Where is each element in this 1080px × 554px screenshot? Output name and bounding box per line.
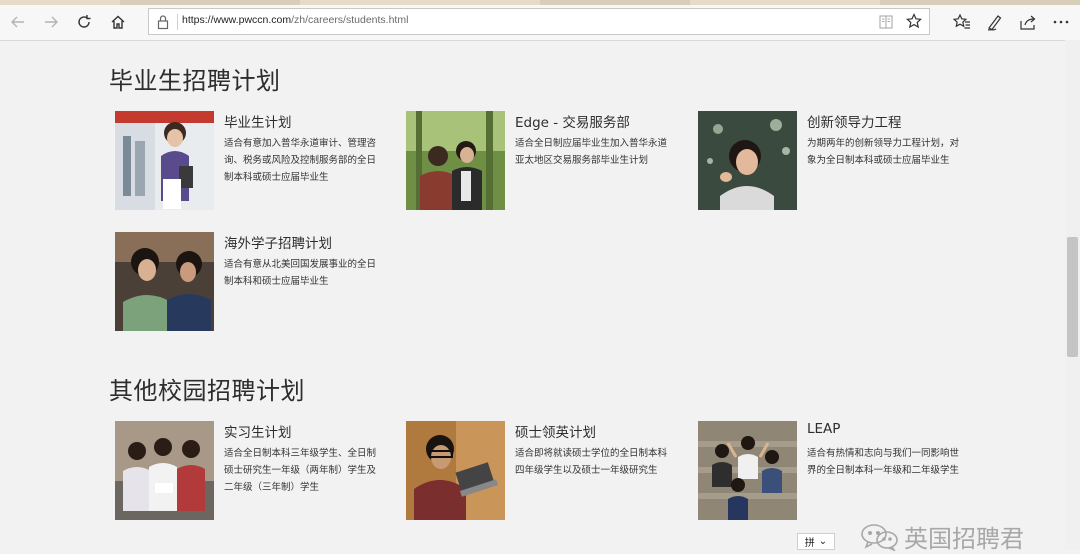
program-description: 适合有意加入普华永道审计、管理咨询、税务或风险及控制服务部的全日制本科或硕士应届… (224, 138, 377, 183)
url-host: https://www.pwccn.com (182, 14, 292, 26)
lock-icon[interactable] (156, 14, 170, 30)
address-separator (177, 14, 178, 30)
program-photo[interactable] (115, 232, 214, 331)
chevron-down-icon: ⌄ (818, 536, 828, 547)
program-description: 为期两年的创新领导力工程计划，对象为全日制本科或硕士应届毕业生 (807, 138, 960, 166)
program-card-intern[interactable]: 实习生计划 适合全日制本科三年级学生、全日制硕士研究生一年级（两年制）学生及二年… (115, 421, 397, 521)
address-bar[interactable]: https://www.pwccn.com/zh/careers/student… (148, 8, 930, 35)
more-icon[interactable] (1052, 13, 1070, 31)
program-title[interactable]: 创新领导力工程 (807, 111, 902, 131)
program-photo[interactable] (406, 421, 505, 520)
program-title[interactable]: 海外学子招聘计划 (224, 232, 332, 252)
program-photo[interactable] (698, 421, 797, 520)
program-description: 适合即将就读硕士学位的全日制本科四年级学生以及硕士一年级研究生 (515, 448, 668, 476)
favorite-star-icon[interactable] (906, 13, 922, 29)
program-title[interactable]: 毕业生计划 (224, 111, 292, 131)
wechat-icon (861, 523, 898, 551)
web-note-icon[interactable] (986, 13, 1004, 31)
vertical-scrollbar[interactable] (1065, 40, 1080, 550)
program-title[interactable]: Edge - 交易服务部 (515, 111, 630, 131)
program-description: 适合有热情和志向与我们一同影响世界的全日制本科一年级和二年级学生 (807, 448, 960, 476)
program-card-graduate[interactable]: 毕业生计划 适合有意加入普华永道审计、管理咨询、税务或风险及控制服务部的全日制本… (115, 111, 397, 211)
forward-icon[interactable] (37, 9, 65, 35)
home-icon[interactable] (104, 9, 132, 35)
program-description: 适合全日制本科三年级学生、全日制硕士研究生一年级（两年制）学生及二年级（三年制）… (224, 448, 377, 493)
program-title[interactable]: 实习生计划 (224, 421, 292, 441)
browser-toolbar: https://www.pwccn.com/zh/careers/student… (0, 5, 1080, 41)
back-icon[interactable] (4, 9, 32, 35)
ime-label: 拼 (804, 538, 815, 549)
program-photo[interactable] (115, 421, 214, 520)
watermark: 英国招聘君 (860, 519, 1024, 554)
program-card-master-elite[interactable]: 硕士领英计划 适合即将就读硕士学位的全日制本科四年级学生以及硕士一年级研究生 (406, 421, 688, 521)
program-photo[interactable] (406, 111, 505, 210)
watermark-text: 英国招聘君 (904, 525, 1024, 553)
program-card-innovation-leadership[interactable]: 创新领导力工程 为期两年的创新领导力工程计划，对象为全日制本科或硕士应届毕业生 (698, 111, 980, 211)
favorites-hub-icon[interactable] (952, 13, 971, 31)
program-photo[interactable] (698, 111, 797, 210)
ime-indicator[interactable]: 拼 ⌄ (797, 533, 835, 550)
program-title[interactable]: 硕士领英计划 (515, 421, 596, 441)
program-title[interactable]: LEAP (807, 421, 840, 437)
share-icon[interactable] (1019, 13, 1037, 31)
program-description: 适合全日制应届毕业生加入普华永道亚太地区交易服务部毕业生计划 (515, 138, 668, 166)
program-description: 适合有意从北美回国发展事业的全日制本科和硕士应届毕业生 (224, 259, 377, 287)
program-photo[interactable] (115, 111, 214, 210)
reading-view-icon[interactable] (879, 14, 893, 30)
url-text[interactable]: https://www.pwccn.com/zh/careers/student… (182, 14, 408, 26)
scrollbar-thumb[interactable] (1067, 237, 1078, 357)
program-card-leap[interactable]: LEAP 适合有热情和志向与我们一同影响世界的全日制本科一年级和二年级学生 (698, 421, 980, 521)
program-card-overseas[interactable]: 海外学子招聘计划 适合有意从北美回国发展事业的全日制本科和硕士应届毕业生 (115, 232, 397, 332)
section-title-graduate: 毕业生招聘计划 (109, 67, 281, 95)
page-content: 毕业生招聘计划 毕业生计划 适合有意加入普华永道审计、管理咨询、税务或风险及控制… (0, 40, 1065, 550)
url-path: /zh/careers/students.html (291, 14, 409, 26)
refresh-icon[interactable] (70, 9, 98, 35)
section-title-other: 其他校园招聘计划 (109, 377, 305, 405)
program-card-edge[interactable]: Edge - 交易服务部 适合全日制应届毕业生加入普华永道亚太地区交易服务部毕业… (406, 111, 688, 211)
